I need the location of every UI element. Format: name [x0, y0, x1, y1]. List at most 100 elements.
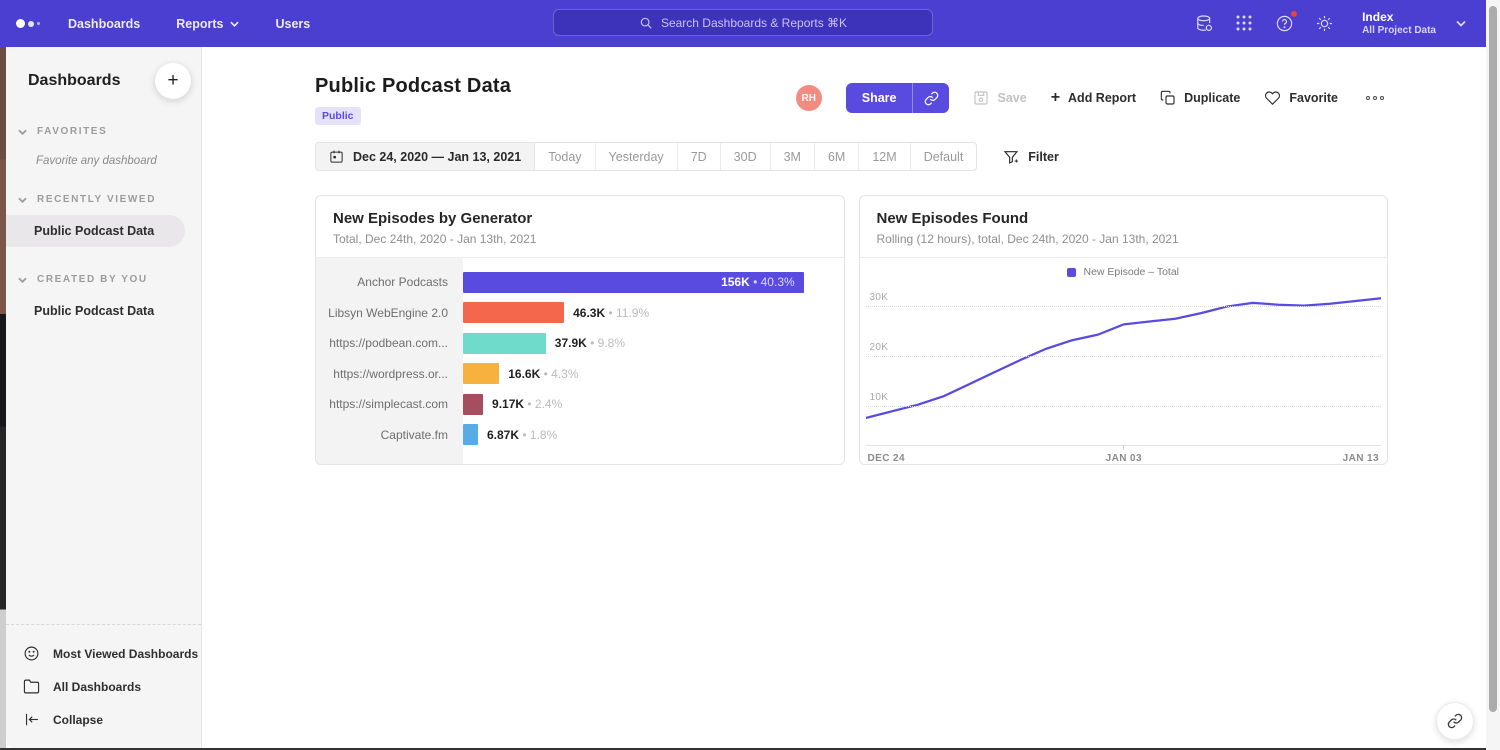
app-logo[interactable]: [16, 19, 40, 28]
filter-label: Filter: [1028, 150, 1059, 164]
new-dashboard-button[interactable]: +: [155, 63, 191, 99]
share-button-label[interactable]: Share: [846, 83, 914, 113]
chevron-down-icon[interactable]: [1456, 20, 1466, 27]
card-subtitle: Rolling (12 hours), total, Dec 24th, 202…: [877, 232, 1371, 246]
duplicate-icon: [1160, 90, 1176, 106]
most-viewed-dashboards-link[interactable]: Most Viewed Dashboards: [6, 637, 198, 670]
filter-button[interactable]: Filter: [1003, 149, 1059, 165]
bar-segment[interactable]: [463, 424, 478, 445]
share-link-button[interactable]: [913, 83, 949, 113]
favorite-button[interactable]: Favorite: [1264, 90, 1338, 106]
search-placeholder: Search Dashboards & Reports ⌘K: [661, 16, 847, 30]
scrollbar-thumb[interactable]: [1489, 6, 1497, 712]
bar-category-label: https://podbean.com...: [316, 336, 463, 350]
card-title: New Episodes Found: [877, 210, 1371, 227]
project-switcher[interactable]: Index All Project Data: [1362, 10, 1436, 36]
plus-icon: +: [1051, 90, 1060, 106]
nav-item-reports[interactable]: Reports: [176, 17, 239, 31]
nav-item-dashboards[interactable]: Dashboards: [68, 17, 140, 31]
preset-12m[interactable]: 12M: [859, 143, 910, 170]
share-button[interactable]: Share: [846, 83, 950, 113]
chevron-down-icon: [230, 21, 239, 27]
bar-chart-row: https://simplecast.com 9.17K • 2.4%: [316, 389, 844, 420]
nav-item-label: Reports: [176, 17, 223, 31]
preset-6m[interactable]: 6M: [815, 143, 859, 170]
bar-category-label: https://wordpress.or...: [316, 367, 463, 381]
card-title: New Episodes by Generator: [333, 210, 827, 227]
bar-chart-row: https://podbean.com... 37.9K • 9.8%: [316, 328, 844, 359]
bar-chart-rows: Anchor Podcasts156K • 40.3%Libsyn WebEng…: [316, 267, 844, 450]
preset-30d[interactable]: 30D: [721, 143, 771, 170]
chevron-down-icon: [18, 277, 27, 283]
title-block: Public Podcast Data Public: [315, 75, 511, 125]
add-report-button[interactable]: + Add Report: [1051, 90, 1136, 106]
favorite-label: Favorite: [1289, 91, 1338, 105]
save-button[interactable]: Save: [973, 90, 1026, 106]
y-tick-label: 30K: [870, 292, 889, 303]
apps-grid-icon[interactable]: [1234, 13, 1254, 33]
avatar[interactable]: RH: [796, 85, 822, 111]
calendar-icon: [329, 149, 344, 164]
nav-item-label: Users: [275, 17, 310, 31]
bar-track: 16.6K • 4.3%: [463, 363, 824, 384]
section-label: CREATED BY YOU: [37, 274, 148, 285]
preset-7d[interactable]: 7D: [678, 143, 721, 170]
bar-value-label: 9.17K • 2.4%: [492, 397, 562, 411]
section-header-recently-viewed[interactable]: RECENTLY VIEWED: [6, 194, 201, 205]
sidebar-section-recently-viewed: RECENTLY VIEWED Public Podcast Data: [6, 194, 201, 247]
bar-track: 46.3K • 11.9%: [463, 302, 824, 323]
sidebar-title: Dashboards: [28, 72, 120, 90]
gridline: [866, 406, 1382, 407]
preset-today[interactable]: Today: [535, 143, 595, 170]
bar-segment[interactable]: 156K • 40.3%: [463, 272, 804, 293]
share-link-fab[interactable]: [1436, 702, 1474, 740]
sidebar-footer: Most Viewed Dashboards All Dashboards Co…: [6, 624, 201, 748]
bar-track: 9.17K • 2.4%: [463, 394, 824, 415]
settings-gear-icon[interactable]: [1314, 13, 1334, 33]
date-range-group: Dec 24, 2020 — Jan 13, 2021 Today Yester…: [315, 142, 977, 171]
line-chart-plot[interactable]: 10K20K30K: [866, 286, 1382, 446]
card-new-episodes-by-generator: New Episodes by Generator Total, Dec 24t…: [315, 195, 845, 465]
link-icon: [924, 91, 939, 106]
section-header-favorites[interactable]: FAVORITES: [6, 126, 201, 137]
y-tick-label: 20K: [870, 342, 889, 353]
gridline: [866, 306, 1382, 307]
header-actions: RH Share Save + Add Report: [796, 83, 1388, 113]
bar-segment[interactable]: [463, 394, 483, 415]
section-header-created-by-you[interactable]: CREATED BY YOU: [6, 274, 201, 285]
all-dashboards-link[interactable]: All Dashboards: [6, 670, 141, 703]
more-options-button[interactable]: [1362, 92, 1388, 104]
date-range-picker[interactable]: Dec 24, 2020 — Jan 13, 2021: [316, 143, 535, 170]
sidebar-item-public-podcast-data-recent[interactable]: Public Podcast Data: [6, 215, 185, 247]
nav-item-users[interactable]: Users: [275, 17, 310, 31]
gridline: [866, 356, 1382, 357]
date-range-text: Dec 24, 2020 — Jan 13, 2021: [353, 150, 521, 164]
project-name: Index: [1362, 10, 1436, 24]
heart-icon: [1264, 90, 1281, 106]
footer-item-label: Most Viewed Dashboards: [53, 647, 198, 661]
help-icon[interactable]: [1274, 13, 1294, 33]
bar-category-label: Anchor Podcasts: [316, 275, 463, 289]
data-sources-icon[interactable]: [1194, 13, 1214, 33]
duplicate-button[interactable]: Duplicate: [1160, 90, 1240, 106]
filter-funnel-icon: [1003, 149, 1019, 165]
bar-chart-row: https://wordpress.or...16.6K • 4.3%: [316, 359, 844, 390]
bar-value-label: 46.3K • 11.9%: [573, 306, 649, 320]
bar-segment[interactable]: [463, 333, 546, 354]
bar-category-label: https://simplecast.com: [316, 397, 463, 411]
bar-segment[interactable]: [463, 302, 564, 323]
sidebar-item-public-podcast-data-created[interactable]: Public Podcast Data: [6, 295, 201, 327]
preset-3m[interactable]: 3M: [771, 143, 815, 170]
search-input[interactable]: Search Dashboards & Reports ⌘K: [553, 9, 933, 36]
bar-segment[interactable]: [463, 363, 499, 384]
bar-value-label: 37.9K • 9.8%: [555, 336, 625, 350]
search-icon: [639, 16, 653, 30]
chevron-down-icon: [18, 197, 27, 203]
preset-default[interactable]: Default: [911, 143, 977, 170]
sidebar-section-favorites: FAVORITES Favorite any dashboard: [6, 126, 201, 167]
sidebar: Dashboards + FAVORITES Favorite any dash…: [6, 47, 202, 748]
chevron-down-icon: [18, 129, 27, 135]
preset-yesterday[interactable]: Yesterday: [596, 143, 678, 170]
collapse-sidebar-button[interactable]: Collapse: [6, 703, 103, 736]
folder-icon: [23, 678, 40, 695]
